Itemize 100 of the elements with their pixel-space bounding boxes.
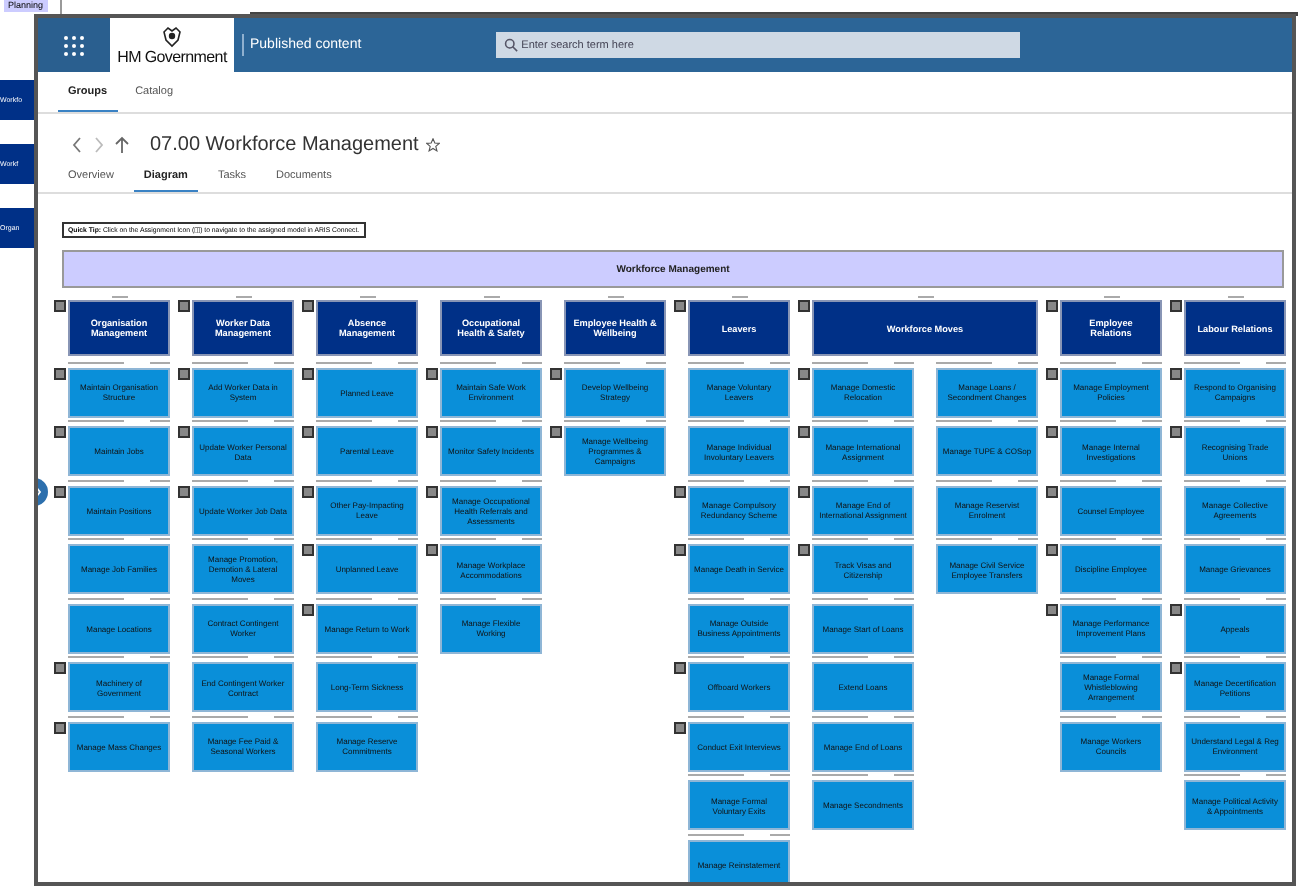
caption-line: [68, 479, 124, 482]
caption-line: [316, 656, 372, 659]
back-icon[interactable]: [70, 136, 84, 154]
caption-line: [917, 295, 933, 297]
brand-name: HM Government: [117, 47, 227, 65]
caption-line: [398, 479, 418, 482]
caption-line: [274, 361, 294, 364]
caption-line: [1266, 774, 1286, 777]
assignment-icon[interactable]: [798, 367, 810, 379]
caption-line: [522, 361, 542, 364]
assignment-icon[interactable]: [426, 485, 438, 497]
caption-line: [812, 774, 868, 777]
caption-line: [688, 715, 744, 718]
assignment-icon[interactable]: [1046, 485, 1058, 497]
caption-line: [68, 538, 124, 541]
caption-line: [812, 479, 868, 482]
caption-line: [1184, 361, 1240, 364]
caption-line: [68, 361, 124, 364]
caption-line: [1060, 656, 1116, 659]
caption-line: [150, 656, 170, 659]
caption-line: [150, 597, 170, 600]
caption-line: [316, 479, 372, 482]
assignment-icon[interactable]: [674, 485, 686, 497]
caption-line: [894, 361, 914, 364]
caption-line: [359, 295, 375, 297]
caption-line: [1060, 420, 1116, 423]
caption-line: [316, 597, 372, 600]
caption-line: [1103, 295, 1119, 297]
caption-line: [812, 420, 868, 423]
assignment-icon[interactable]: [674, 721, 686, 733]
caption-line: [1018, 361, 1038, 364]
assignment-icon[interactable]: [54, 721, 66, 733]
assignment-icon[interactable]: [302, 603, 314, 615]
caption-line: [770, 361, 790, 364]
caption-line: [646, 420, 666, 423]
assignment-icon[interactable]: [1046, 367, 1058, 379]
assignment-icon[interactable]: [426, 367, 438, 379]
caption-line: [192, 420, 248, 423]
caption-line: [150, 715, 170, 718]
caption-line: [440, 361, 496, 364]
assignment-icon[interactable]: [178, 367, 190, 379]
assignment-icon[interactable]: [54, 367, 66, 379]
caption-line: [688, 538, 744, 541]
caption-line: [192, 538, 248, 541]
caption-line: [192, 656, 248, 659]
assignment-icon[interactable]: [54, 485, 66, 497]
assignment-icon[interactable]: [302, 485, 314, 497]
up-arrow-icon[interactable]: [114, 136, 130, 154]
assignment-icon[interactable]: [178, 485, 190, 497]
caption-line: [1266, 361, 1286, 364]
caption-line: [1142, 656, 1162, 659]
caption-line: [770, 833, 790, 836]
caption-line: [316, 420, 372, 423]
caption-line: [770, 420, 790, 423]
assignment-icon[interactable]: [1170, 603, 1182, 615]
assignment-icon[interactable]: [798, 485, 810, 497]
caption-line: [1266, 479, 1286, 482]
caption-line: [936, 361, 992, 364]
caption-line: [1142, 597, 1162, 600]
caption-line: [398, 597, 418, 600]
caption-line: [1018, 420, 1038, 423]
caption-line: [316, 361, 372, 364]
caption-line: [316, 538, 372, 541]
caption-line: [1227, 295, 1243, 297]
caption-line: [440, 597, 496, 600]
assignment-icon[interactable]: [550, 367, 562, 379]
caption-line: [1142, 538, 1162, 541]
app-launcher-button[interactable]: [38, 18, 110, 72]
caption-line: [1142, 361, 1162, 364]
caption-line: [522, 597, 542, 600]
assignment-icon[interactable]: [1170, 367, 1182, 379]
caption-line: [274, 715, 294, 718]
caption-line: [192, 597, 248, 600]
caption-line: [1018, 538, 1038, 541]
caption-line: [894, 538, 914, 541]
star-icon[interactable]: [426, 138, 441, 152]
caption-line: [111, 295, 127, 297]
caption-line: [688, 597, 744, 600]
caption-line: [68, 715, 124, 718]
caption-line: [440, 479, 496, 482]
caption-line: [522, 479, 542, 482]
caption-line: [936, 538, 992, 541]
caption-line: [274, 420, 294, 423]
caption-line: [316, 715, 372, 718]
crest-icon: [160, 25, 184, 47]
assignment-icon[interactable]: [1046, 603, 1058, 615]
caption-line: [894, 597, 914, 600]
caption-line: [192, 479, 248, 482]
page-title: 07.00 Workforce Management: [150, 134, 419, 156]
caption-line: [1266, 420, 1286, 423]
caption-line: [688, 420, 744, 423]
assignment-icon[interactable]: [302, 367, 314, 379]
caption-line: [770, 538, 790, 541]
caption-line: [731, 295, 747, 297]
caption-line: [812, 656, 868, 659]
caption-line: [894, 479, 914, 482]
caption-line: [936, 420, 992, 423]
caption-line: [1060, 597, 1116, 600]
caption-line: [274, 656, 294, 659]
caption-line: [688, 774, 744, 777]
